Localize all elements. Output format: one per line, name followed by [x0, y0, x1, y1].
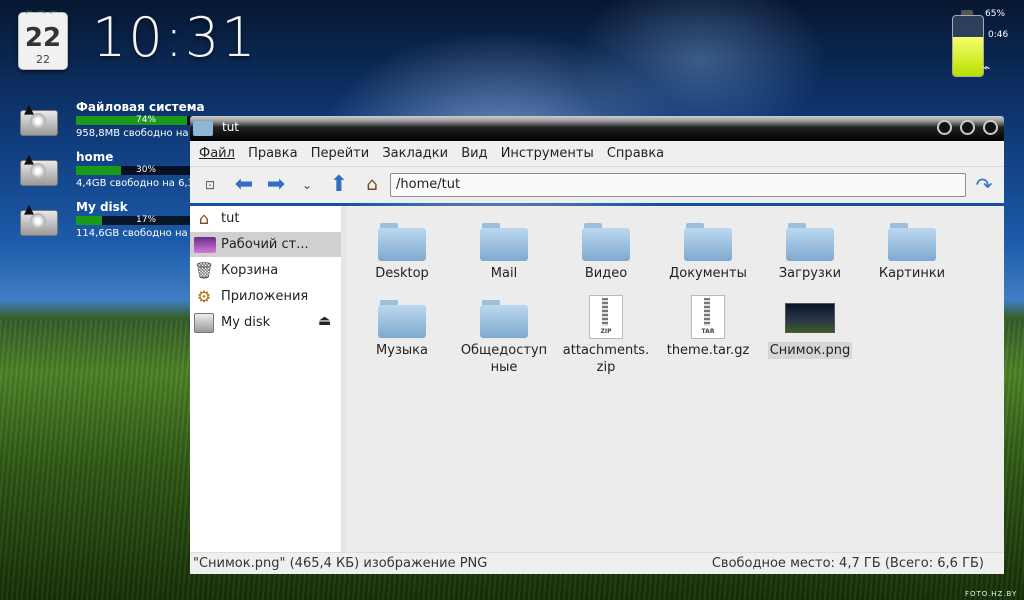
file-manager-window: tut Файл Правка Перейти Закладки Вид Инс… [190, 116, 1004, 574]
file-item-music[interactable]: Музыка [352, 295, 452, 375]
watermark: FOTO.HZ.BY [965, 590, 1018, 598]
window-title: tut [222, 120, 240, 134]
folder-icon [684, 223, 732, 261]
sidebar-item-tut[interactable]: ⌂ tut [190, 206, 341, 231]
sidebar-item-label: My disk [221, 315, 271, 330]
file-item-pictures[interactable]: Картинки [862, 218, 962, 298]
back-arrow-icon[interactable]: ⬅ [233, 174, 255, 196]
file-label: Desktop [375, 266, 429, 281]
battery-percent: 65% [985, 9, 1006, 19]
sidebar-item-label: Приложения [221, 289, 309, 304]
file-item-desktop[interactable]: Desktop [352, 218, 452, 298]
file-view: Desktop Mail Видео Документы Загрузки Ка… [347, 206, 1004, 552]
applications-icon: ⚙ [196, 287, 212, 306]
folder-icon [582, 223, 630, 261]
history-dropdown-icon[interactable]: ⌄ [296, 174, 318, 196]
hard-drive-icon: ▲ [18, 202, 58, 238]
up-arrow-icon[interactable]: ⬆ [328, 174, 350, 196]
tar-archive-icon: TAR [691, 295, 725, 339]
file-item-theme-tar-gz[interactable]: TAR theme.tar.gz [658, 295, 758, 375]
file-label: Музыка [376, 343, 428, 358]
file-label: Видео [584, 266, 628, 281]
drive-icon [194, 313, 214, 333]
file-item-attachments-zip[interactable]: ZIP attachments. zip [556, 295, 656, 375]
file-label: Mail [490, 266, 518, 281]
menu-edit[interactable]: Правка [248, 146, 297, 161]
desktop-icon [194, 237, 216, 253]
calendar-day-small: 22 [36, 53, 50, 66]
calendar-day: 22 [24, 23, 62, 53]
folder-icon [480, 300, 528, 338]
file-item-documents[interactable]: Документы [658, 218, 758, 298]
battery-time: 0:46 [988, 30, 1009, 40]
file-label: Картинки [878, 266, 946, 281]
places-sidebar: ⌂ tut Рабочий ст... 🗑 Корзина ⚙ Приложен… [190, 206, 342, 552]
image-thumbnail [785, 303, 835, 333]
new-tab-button[interactable]: ⊡ [199, 174, 221, 196]
calendar-widget: ⌐¬⌐ 22 22 [18, 7, 68, 70]
menu-help[interactable]: Справка [607, 146, 664, 161]
drive-name: My disk [76, 200, 128, 214]
file-label: Снимок.png [767, 342, 853, 359]
sidebar-item-my-disk[interactable]: My disk ⏏ [190, 310, 341, 335]
forward-arrow-icon[interactable]: ➡ [265, 174, 287, 196]
battery-icon: ⌁ [952, 10, 990, 77]
file-label: theme.tar.gz [666, 343, 750, 358]
window-titlebar[interactable]: tut [190, 116, 1004, 141]
file-item-video[interactable]: Видео [556, 218, 656, 298]
sidebar-item-trash[interactable]: 🗑 Корзина [190, 258, 341, 283]
minimize-button[interactable] [937, 120, 952, 135]
menu-file[interactable]: Файл [199, 146, 235, 161]
folder-icon [193, 121, 213, 136]
sidebar-item-label: Корзина [221, 263, 279, 278]
menu-bookmarks[interactable]: Закладки [382, 146, 448, 161]
menu-view[interactable]: Вид [461, 146, 487, 161]
status-selection-info: "Снимок.png" (465,4 КБ) изображение PNG [193, 556, 488, 571]
folder-icon [378, 300, 426, 338]
sidebar-item-label: tut [221, 211, 240, 226]
file-item-mail[interactable]: Mail [454, 218, 554, 298]
file-label: Загрузки [778, 266, 842, 281]
clock-time: 10:31 [92, 6, 258, 69]
trash-icon: 🗑 [194, 261, 215, 280]
folder-icon [480, 223, 528, 261]
home-icon: ⌂ [198, 209, 210, 228]
file-item-public[interactable]: Общедоступ ные [454, 295, 554, 375]
zip-archive-icon: ZIP [589, 295, 623, 339]
toolbar: ⊡ ⬅ ➡ ⌄ ⬆ ⌂ /home/tut ↷ [190, 167, 1004, 203]
menu-tools[interactable]: Инструменты [501, 146, 594, 161]
sidebar-item-desktop[interactable]: Рабочий ст... [190, 232, 341, 257]
hard-drive-icon: ▲ [18, 102, 58, 138]
drive-usage-percent: 17% [136, 215, 157, 225]
sidebar-item-label: Рабочий ст... [221, 237, 309, 252]
menu-go[interactable]: Перейти [311, 146, 370, 161]
file-label: attachments. zip [562, 343, 650, 375]
hard-drive-icon: ▲ [18, 152, 58, 188]
file-item-screenshot-png[interactable]: Снимок.png [760, 295, 860, 375]
status-free-space: Свободное место: 4,7 ГБ (Всего: 6,6 ГБ) [711, 556, 984, 571]
reload-icon[interactable]: ↷ [973, 174, 995, 196]
eject-icon[interactable]: ⏏ [318, 313, 331, 329]
file-item-downloads[interactable]: Загрузки [760, 218, 860, 298]
file-label: Общедоступ ные [460, 343, 548, 375]
maximize-button[interactable] [960, 120, 975, 135]
sidebar-item-applications[interactable]: ⚙ Приложения [190, 284, 341, 309]
location-input[interactable]: /home/tut [390, 173, 966, 197]
drive-name: home [76, 150, 114, 164]
folder-icon [888, 223, 936, 261]
drive-usage-percent: 74% [136, 115, 157, 125]
menu-bar: Файл Правка Перейти Закладки Вид Инструм… [190, 141, 1004, 167]
calendar-rings-icon: ⌐¬⌐ [25, 7, 63, 18]
file-label: Документы [669, 266, 747, 281]
drive-name: Файловая система [76, 100, 205, 114]
home-icon[interactable]: ⌂ [361, 174, 383, 196]
close-button[interactable] [983, 120, 998, 135]
folder-icon [786, 223, 834, 261]
drive-usage-percent: 30% [136, 165, 157, 175]
folder-icon [378, 223, 426, 261]
status-bar: "Снимок.png" (465,4 КБ) изображение PNG … [190, 552, 1004, 574]
